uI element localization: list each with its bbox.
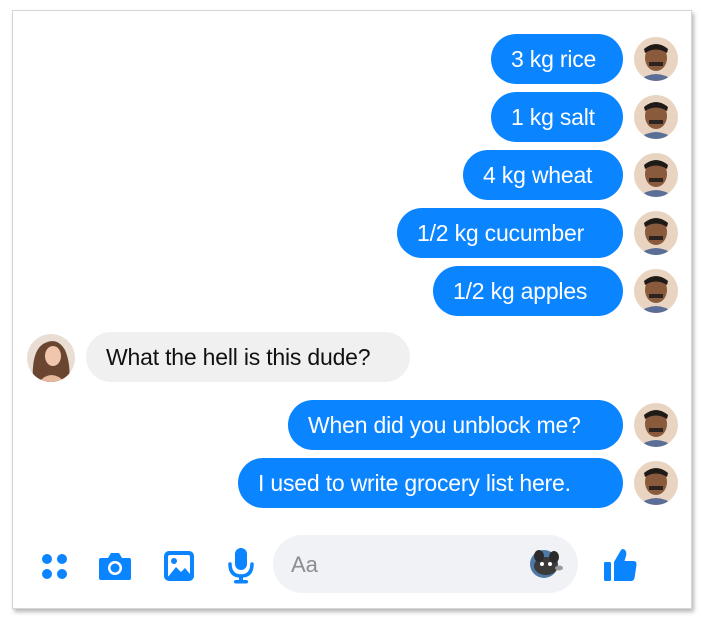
message-composer[interactable]	[273, 535, 578, 595]
sender-avatar[interactable]	[634, 37, 678, 81]
message-bubble-incoming[interactable]: What the hell is this dude?	[86, 332, 410, 382]
message-bubble-outgoing[interactable]: When did you unblock me?	[288, 400, 623, 450]
message-bubble-outgoing[interactable]: 1/2 kg cucumber	[397, 208, 623, 258]
message-bubble-outgoing[interactable]: 1/2 kg apples	[433, 266, 623, 316]
message-bubble-outgoing[interactable]: 3 kg rice	[491, 34, 623, 84]
contact-avatar[interactable]	[27, 334, 75, 382]
message-bubble-outgoing[interactable]: 1 kg salt	[491, 92, 623, 142]
emoji-icon[interactable]	[528, 548, 564, 580]
message-bubble-outgoing[interactable]: I used to write grocery list here.	[238, 458, 623, 508]
apps-icon[interactable]	[40, 552, 70, 582]
microphone-icon[interactable]	[226, 546, 256, 584]
sender-avatar[interactable]	[634, 403, 678, 447]
sender-avatar[interactable]	[634, 211, 678, 255]
sender-avatar[interactable]	[634, 153, 678, 197]
sender-avatar[interactable]	[634, 269, 678, 313]
message-input[interactable]	[289, 535, 523, 595]
camera-icon[interactable]	[97, 549, 133, 583]
message-bubble-outgoing[interactable]: 4 kg wheat	[463, 150, 623, 200]
gallery-icon[interactable]	[162, 549, 196, 583]
sender-avatar[interactable]	[634, 461, 678, 505]
thumbs-up-icon[interactable]	[602, 547, 638, 583]
sender-avatar[interactable]	[634, 95, 678, 139]
